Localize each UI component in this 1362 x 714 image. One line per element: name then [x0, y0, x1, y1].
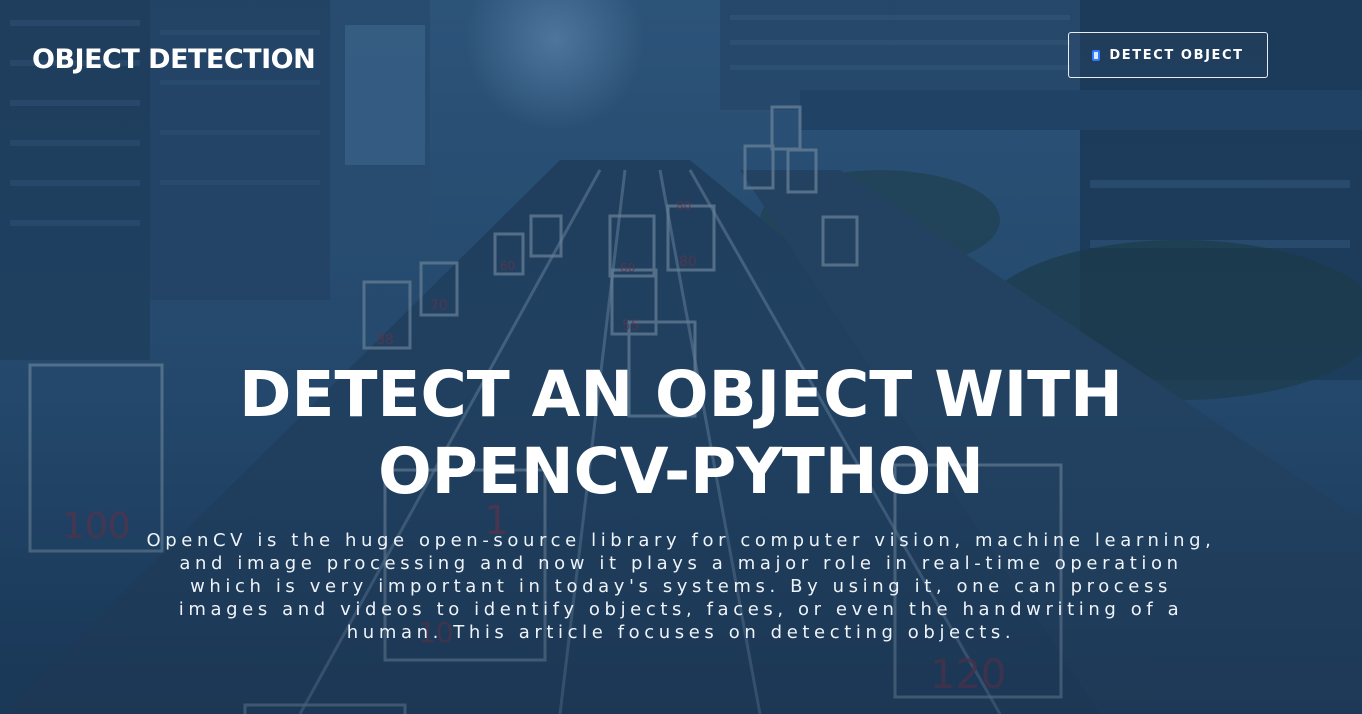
hero-title-line-2: OPENCV-PYTHON: [378, 435, 984, 508]
detect-object-button[interactable]: DETECT OBJECT: [1068, 32, 1268, 78]
hero-title-line-1: DETECT AN OBJECT WITH: [239, 358, 1123, 431]
hero-description: OpenCV is the huge open-source library f…: [146, 530, 1216, 643]
detect-object-button-label: DETECT OBJECT: [1109, 47, 1244, 63]
hero-title: DETECT AN OBJECT WITH OPENCV-PYTHON: [0, 356, 1362, 510]
brand-logo[interactable]: OBJECT DETECTION: [32, 44, 316, 75]
phone-icon: [1092, 49, 1101, 61]
